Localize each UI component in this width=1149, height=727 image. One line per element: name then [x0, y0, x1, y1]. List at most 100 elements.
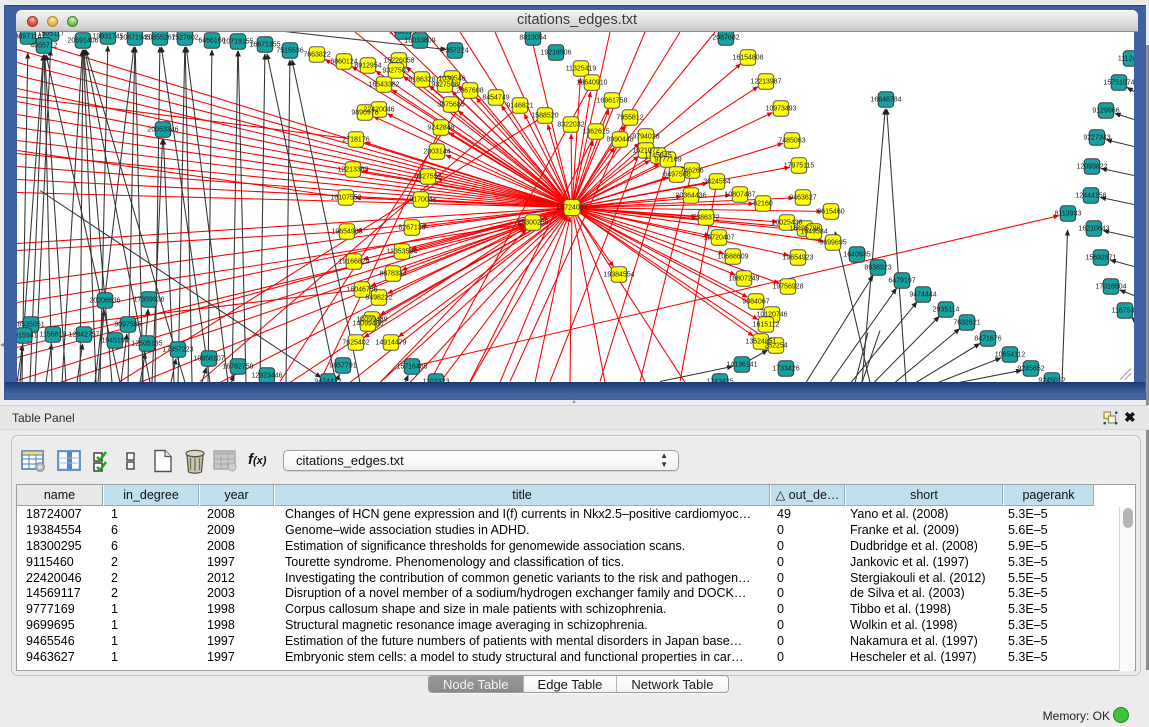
svg-text:9097586: 9097586	[114, 321, 141, 328]
svg-text:14136141: 14136141	[726, 361, 757, 368]
svg-text:9890978: 9890978	[351, 109, 378, 116]
svg-text:19166829: 19166829	[338, 258, 369, 265]
svg-text:8454749: 8454749	[482, 94, 509, 101]
svg-text:16648784: 16648784	[870, 96, 901, 103]
svg-text:62160: 62160	[753, 200, 773, 207]
svg-text:1167533: 1167533	[1112, 307, 1134, 314]
svg-text:2087682: 2087682	[712, 34, 739, 41]
svg-text:17975115: 17975115	[784, 162, 815, 169]
svg-text:6498222: 6498222	[365, 294, 392, 301]
svg-text:917004: 917004	[409, 196, 432, 203]
svg-text:15716485: 15716485	[396, 363, 427, 370]
svg-text:16782759: 16782759	[222, 363, 253, 370]
svg-text:9463627: 9463627	[789, 194, 816, 201]
svg-text:9327508: 9327508	[431, 81, 458, 88]
svg-text:9084067: 9084067	[742, 298, 769, 305]
svg-text:9227343: 9227343	[1083, 134, 1110, 141]
svg-text:12444158: 12444158	[1075, 192, 1106, 199]
svg-text:11325419: 11325419	[566, 65, 597, 72]
svg-text:7485063: 7485063	[778, 137, 805, 144]
svg-text:8267130: 8267130	[398, 224, 425, 231]
svg-text:9777169: 9777169	[654, 156, 681, 163]
svg-text:16210643: 16210643	[1078, 225, 1109, 232]
svg-text:9474444: 9474444	[909, 291, 936, 298]
svg-text:20206536: 20206536	[89, 297, 120, 304]
svg-text:6497568: 6497568	[663, 171, 690, 178]
svg-text:1505117: 1505117	[38, 32, 65, 38]
svg-text:12923446: 12923446	[251, 372, 282, 379]
svg-text:3624554: 3624554	[703, 178, 730, 185]
svg-text:8471676: 8471676	[974, 335, 1001, 342]
svg-text:9245652: 9245652	[1017, 365, 1044, 372]
svg-text:18807249: 18807249	[728, 275, 759, 282]
svg-text:1649584: 1649584	[800, 228, 827, 235]
svg-text:1588520: 1588520	[531, 112, 558, 119]
svg-text:1063159: 1063159	[389, 32, 416, 36]
svg-text:9327503: 9327503	[382, 67, 409, 74]
svg-text:11353594: 11353594	[387, 248, 418, 255]
svg-text:17957223: 17957223	[162, 346, 193, 353]
svg-text:1733426: 1733426	[772, 365, 799, 372]
svg-text:7632621: 7632621	[953, 319, 980, 326]
svg-text:16154808: 16154808	[732, 54, 763, 61]
svg-text:1945194: 1945194	[101, 337, 128, 344]
svg-text:25300255: 25300255	[517, 219, 548, 226]
svg-text:15692871: 15692871	[1085, 254, 1116, 261]
svg-text:10654112: 10654112	[995, 351, 1026, 358]
svg-text:9615460: 9615460	[817, 208, 844, 215]
svg-text:19218506: 19218506	[540, 49, 571, 56]
svg-text:3915941: 3915941	[17, 332, 38, 339]
svg-text:8990448: 8990448	[606, 136, 633, 143]
svg-text:10973493: 10973493	[765, 105, 796, 112]
svg-text:8878334: 8878334	[379, 270, 406, 277]
svg-text:12505135: 12505135	[131, 340, 162, 347]
svg-text:6479197: 6479197	[888, 277, 915, 284]
svg-text:8113933: 8113933	[1055, 210, 1082, 217]
svg-text:16046756: 16046756	[346, 286, 377, 293]
svg-text:12213987: 12213987	[750, 78, 781, 85]
svg-text:9242848: 9242848	[427, 124, 454, 131]
svg-text:16033809: 16033809	[404, 37, 435, 44]
svg-text:9857791: 9857791	[329, 362, 356, 369]
svg-text:2718176: 2718176	[342, 136, 369, 143]
svg-text:15751074: 15751074	[1103, 79, 1134, 86]
svg-text:252254: 252254	[764, 342, 787, 349]
svg-text:2867608: 2867608	[456, 87, 483, 94]
svg-text:1362615: 1362615	[582, 128, 609, 135]
svg-text:9699695: 9699695	[819, 239, 846, 246]
svg-text:12213389: 12213389	[337, 166, 368, 173]
svg-text:8427552: 8427552	[414, 173, 441, 180]
svg-text:8912954: 8912954	[354, 62, 381, 69]
svg-text:9129966: 9129966	[1092, 107, 1119, 114]
svg-text:10688609: 10688609	[717, 253, 748, 260]
svg-text:10807487: 10807487	[724, 191, 755, 198]
svg-text:10958107: 10958107	[193, 355, 224, 362]
svg-text:7357224: 7357224	[441, 47, 468, 54]
svg-text:1640935: 1640935	[843, 251, 870, 258]
svg-text:1615112: 1615112	[753, 321, 780, 328]
svg-text:17016504: 17016504	[1095, 283, 1126, 290]
svg-text:7515536: 7515536	[276, 47, 303, 54]
svg-text:8535051: 8535051	[17, 321, 44, 328]
svg-text:19654923: 19654923	[782, 254, 813, 261]
svg-text:2935114: 2935114	[933, 306, 960, 313]
svg-text:16961758: 16961758	[596, 97, 627, 104]
svg-text:19384554: 19384554	[603, 271, 634, 278]
svg-text:2803144: 2803144	[423, 148, 450, 155]
svg-text:8322032: 8322032	[557, 121, 584, 128]
svg-text:7386372: 7386372	[692, 214, 719, 221]
svg-text:10107552: 10107552	[330, 194, 361, 201]
svg-text:16543382: 16543382	[368, 81, 399, 88]
svg-text:1112430: 1112430	[1118, 55, 1134, 62]
svg-text:8813054: 8813054	[519, 34, 546, 41]
svg-text:19756928: 19756928	[772, 283, 803, 290]
svg-text:7663822: 7663822	[303, 51, 330, 58]
svg-text:7625402: 7625402	[342, 339, 369, 346]
svg-text:1156819: 1156819	[40, 331, 67, 338]
svg-text:14099480: 14099480	[352, 320, 383, 327]
svg-text:17359936: 17359936	[133, 296, 164, 303]
svg-text:7955812: 7955812	[616, 114, 643, 121]
svg-text:4055712: 4055712	[30, 42, 57, 49]
svg-text:14914479: 14914479	[375, 339, 406, 346]
svg-text:20364436: 20364436	[675, 192, 706, 199]
